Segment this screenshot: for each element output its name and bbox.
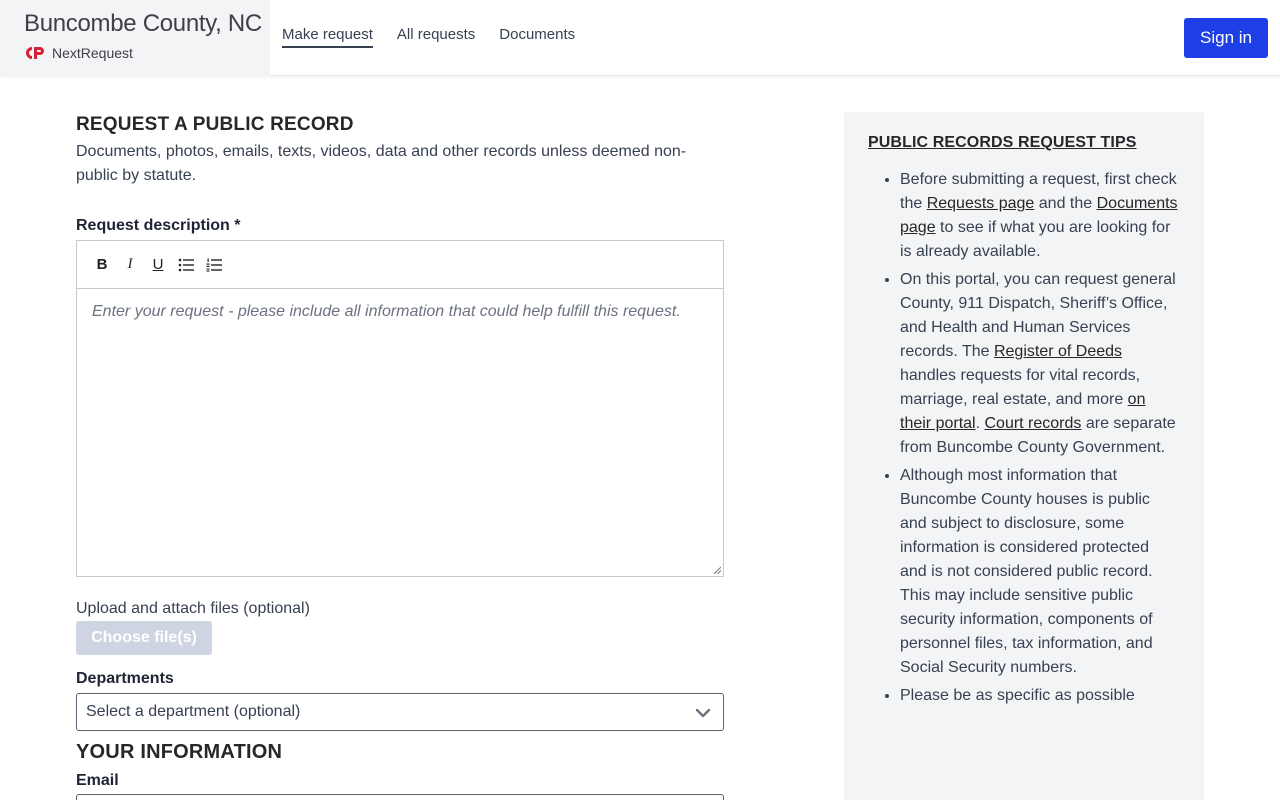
editor-toolbar: B I U — [77, 241, 723, 289]
page-lede: Documents, photos, emails, texts, videos… — [76, 143, 687, 184]
tips-title: PUBLIC RECORDS REQUEST TIPS — [868, 134, 1137, 151]
bullet-list-button[interactable] — [175, 254, 197, 276]
resize-handle-icon[interactable] — [713, 566, 721, 574]
numbered-list-button[interactable] — [203, 254, 225, 276]
choose-files-button[interactable]: Choose file(s) — [76, 621, 212, 655]
chevron-down-icon — [695, 708, 711, 718]
request-form: REQUEST A PUBLIC RECORD Documents, photo… — [76, 114, 724, 800]
nav-documents[interactable]: Documents — [499, 26, 575, 48]
court-records-link[interactable]: Court records — [984, 415, 1081, 432]
tip-item: Although most information that Buncombe … — [900, 464, 1180, 680]
brand-title: Buncombe County, NC — [24, 10, 262, 37]
request-description-editor: B I U Enter your request - please includ… — [76, 240, 724, 577]
tip-item: Before submitting a request, first check… — [900, 168, 1180, 264]
email-label: Email — [76, 772, 119, 789]
brand-sub: NextRequest — [24, 45, 133, 61]
department-select-value: Select a department (optional) — [86, 703, 301, 720]
tip-text: and the — [1034, 195, 1097, 212]
email-field[interactable] — [76, 794, 724, 800]
department-select[interactable]: Select a department (optional) — [76, 693, 724, 731]
request-description-placeholder: Enter your request - please include all … — [92, 303, 681, 320]
bullet-list-icon — [178, 258, 194, 271]
italic-button[interactable]: I — [119, 254, 141, 276]
bold-button[interactable]: B — [91, 254, 113, 276]
page-title: REQUEST A PUBLIC RECORD — [76, 114, 354, 135]
tip-item: On this portal, you can request general … — [900, 268, 1180, 460]
tips-list: Before submitting a request, first check… — [868, 168, 1180, 708]
brand-sub-text: NextRequest — [52, 45, 133, 61]
nav-all-requests[interactable]: All requests — [397, 26, 475, 48]
tip-item: Please be as specific as possible — [900, 684, 1180, 708]
upload-label: Upload and attach files (optional) — [76, 600, 310, 617]
request-description-label: Request description * — [76, 217, 241, 234]
nextrequest-logo-icon — [26, 47, 44, 59]
tips-panel: PUBLIC RECORDS REQUEST TIPS Before submi… — [844, 112, 1204, 800]
register-of-deeds-link[interactable]: Register of Deeds — [994, 343, 1122, 360]
your-information-heading: YOUR INFORMATION — [76, 741, 283, 763]
sign-in-button[interactable]: Sign in — [1184, 18, 1268, 58]
tip-text: to see if what you are looking for is al… — [900, 219, 1171, 260]
request-description-input[interactable]: Enter your request - please include all … — [77, 290, 723, 576]
departments-label: Departments — [76, 670, 174, 687]
requests-page-link[interactable]: Requests page — [927, 195, 1035, 212]
numbered-list-icon — [206, 258, 222, 272]
tip-text: handles requests for vital records, marr… — [900, 367, 1141, 408]
nav-make-request[interactable]: Make request — [282, 26, 373, 48]
underline-button[interactable]: U — [147, 254, 169, 276]
brand-block[interactable]: Buncombe County, NC NextRequest — [0, 0, 270, 76]
main-nav: Make request All requests Documents — [282, 26, 575, 48]
top-header: Buncombe County, NC NextRequest Make req… — [0, 0, 1280, 76]
